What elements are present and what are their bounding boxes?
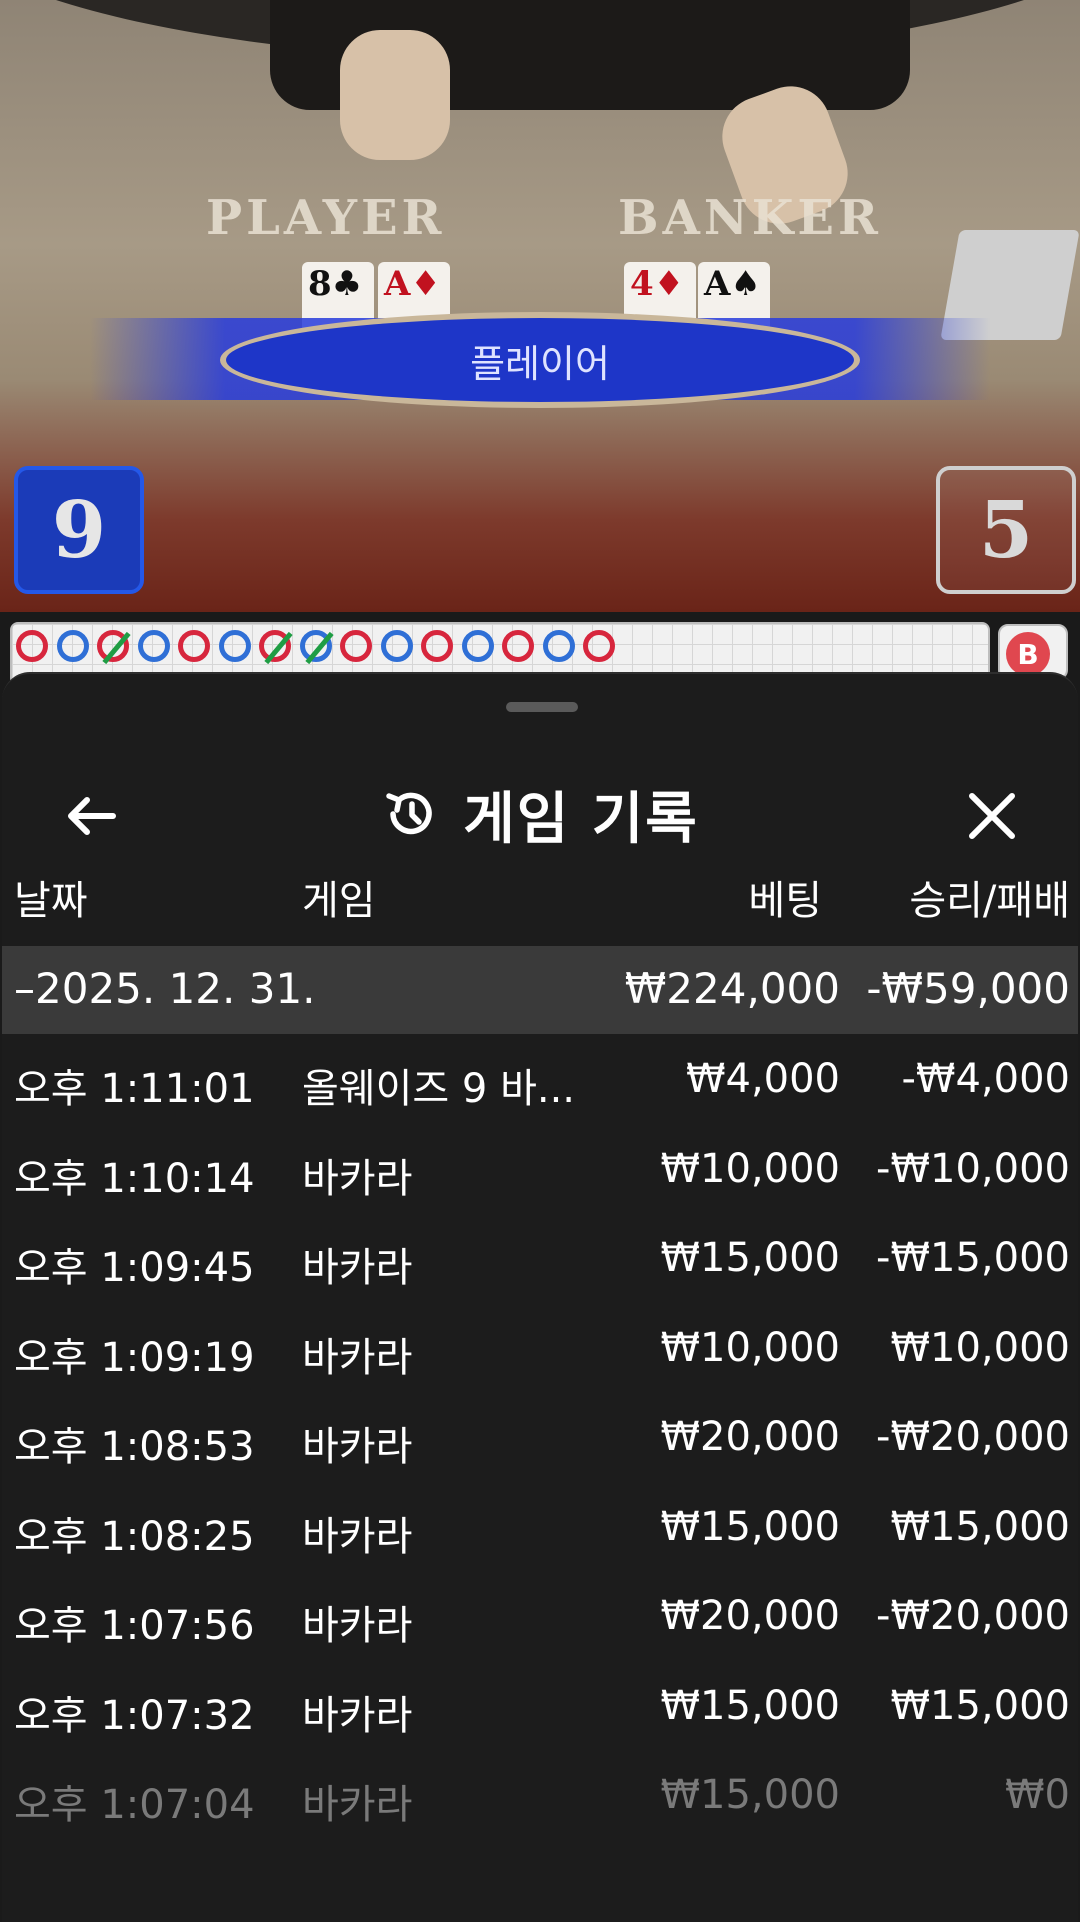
row-game: 바카라 xyxy=(302,1513,413,1560)
row-time: 오후 1:07:32 xyxy=(14,1692,255,1739)
bead-road-bead xyxy=(299,630,334,665)
bead-road-bead xyxy=(421,630,453,662)
sheet-drag-handle[interactable] xyxy=(506,702,578,712)
row-game: 바카라 xyxy=(302,1782,413,1828)
row-win-loss: -₩4,000 xyxy=(901,1056,1071,1102)
row-time: 오후 1:08:25 xyxy=(14,1513,255,1560)
row-bet: ₩15,000 xyxy=(660,1772,840,1818)
history-row[interactable]: 오후 1:10:14 바카라 ₩10,000 -₩10,000 xyxy=(2,1124,1078,1213)
row-game: 바카라 xyxy=(302,1603,413,1649)
natural-slash-mark xyxy=(102,631,131,665)
row-bet: ₩4,000 xyxy=(685,1056,840,1102)
row-time: 오후 1:08:53 xyxy=(14,1424,255,1470)
row-win-loss: ₩10,000 xyxy=(890,1324,1070,1371)
row-time: 오후 1:10:14 xyxy=(14,1155,255,1202)
bead-road-bead xyxy=(380,630,413,662)
bead-road-bead xyxy=(502,630,534,662)
natural-slash-mark xyxy=(264,631,293,665)
row-time: 오후 1:07:56 xyxy=(14,1603,255,1649)
row-win-loss: ₩15,000 xyxy=(890,1503,1070,1550)
row-bet: ₩10,000 xyxy=(660,1145,840,1192)
history-row[interactable]: 오후 1:08:25 바카라 ₩15,000 ₩15,000 xyxy=(2,1482,1078,1571)
summary-bet-total: ₩224,000 xyxy=(624,964,840,1013)
history-row[interactable]: 오후 1:07:32 바카라 ₩15,000 ₩15,000 xyxy=(2,1661,1078,1750)
row-bet: ₩20,000 xyxy=(660,1414,840,1460)
row-time: 오후 1:11:01 xyxy=(14,1066,255,1112)
history-row[interactable]: 오후 1:09:19 바카라 ₩10,000 ₩10,000 xyxy=(2,1303,1078,1392)
close-icon xyxy=(969,793,1015,839)
date-group-summary-row[interactable]: –2025. 12. 31. ₩224,000 -₩59,000 xyxy=(2,946,1078,1034)
row-win-loss: -₩20,000 xyxy=(876,1414,1070,1460)
row-win-loss: -₩10,000 xyxy=(876,1145,1070,1192)
row-game: 바카라 xyxy=(302,1692,413,1739)
row-win-loss: -₩20,000 xyxy=(876,1593,1070,1639)
row-bet: ₩15,000 xyxy=(660,1503,840,1550)
game-history-sheet: 게임 기록 날짜 게임 베팅 승리/패배 –2025. 12. 31. ₩224… xyxy=(2,672,1078,1922)
column-header-win-loss: 승리/패배 xyxy=(909,878,1070,924)
bead-road-bead xyxy=(218,630,251,662)
banker-bead-label: B xyxy=(1006,632,1050,676)
row-game: 바카라 xyxy=(302,1155,413,1202)
row-win-loss: ₩0 xyxy=(1005,1772,1070,1818)
bead-road-bead xyxy=(16,630,48,662)
bead-road-bead xyxy=(137,630,170,662)
row-bet: ₩20,000 xyxy=(660,1593,840,1639)
history-row[interactable]: 오후 1:08:53 바카라 ₩20,000 -₩20,000 xyxy=(2,1392,1078,1481)
natural-slash-mark xyxy=(304,631,334,665)
player-score-badge: 9 xyxy=(14,466,144,594)
history-row[interactable]: 오후 1:07:56 바카라 ₩20,000 -₩20,000 xyxy=(2,1571,1078,1660)
bead-road-bead xyxy=(583,630,615,662)
table-column-headers: 날짜 게임 베팅 승리/패배 xyxy=(2,862,1078,932)
row-win-loss: ₩15,000 xyxy=(890,1682,1070,1729)
column-header-bet: 베팅 xyxy=(748,878,822,924)
row-time: 오후 1:09:19 xyxy=(14,1334,255,1381)
arrow-left-icon xyxy=(68,797,116,835)
bead-road-bead xyxy=(56,630,89,662)
dealer-left-hand xyxy=(340,30,450,160)
bead-road-bead xyxy=(259,630,293,665)
banker-seat-label: BANKER xyxy=(618,190,882,246)
bead-road-bead xyxy=(340,630,372,662)
history-clock-icon xyxy=(386,792,432,835)
banker-score-badge: 5 xyxy=(936,466,1076,594)
row-bet: ₩10,000 xyxy=(660,1324,840,1371)
row-bet: ₩15,000 xyxy=(660,1235,840,1281)
history-row[interactable]: 오후 1:09:45 바카라 ₩15,000 -₩15,000 xyxy=(2,1213,1078,1302)
back-button[interactable] xyxy=(50,784,130,848)
row-bet: ₩15,000 xyxy=(660,1682,840,1729)
player-seat-label: PLAYER xyxy=(206,190,446,246)
row-game: 올웨이즈 9 바... xyxy=(302,1066,576,1112)
bead-road-bead xyxy=(178,630,210,662)
bead-road-bead xyxy=(97,630,131,665)
row-game: 바카라 xyxy=(302,1424,413,1470)
row-time: 오후 1:09:45 xyxy=(14,1245,255,1291)
column-header-game: 게임 xyxy=(302,878,376,924)
bead-road-bead xyxy=(461,630,494,662)
history-row[interactable]: 오후 1:07:04 바카라 ₩15,000 ₩0 xyxy=(2,1750,1078,1839)
row-game: 바카라 xyxy=(302,1334,413,1381)
history-row[interactable]: 오후 1:11:01 올웨이즈 9 바... ₩4,000 -₩4,000 xyxy=(2,1034,1078,1123)
row-time: 오후 1:07:04 xyxy=(14,1782,255,1828)
summary-date: –2025. 12. 31. xyxy=(14,964,316,1013)
summary-win-loss-total: -₩59,000 xyxy=(866,964,1070,1013)
winner-banner: 플레이어 xyxy=(220,312,860,408)
sheet-title: 게임 기록 xyxy=(463,786,699,852)
row-win-loss: -₩15,000 xyxy=(876,1235,1070,1281)
live-game-video: PLAYER BANKER 8♣ A♦ 4♦ A♠ 플레이어 9 5 xyxy=(0,0,1080,612)
close-button[interactable] xyxy=(952,784,1032,848)
bead-road-bead xyxy=(542,630,575,662)
column-header-date: 날짜 xyxy=(14,878,88,924)
row-game: 바카라 xyxy=(302,1245,413,1291)
